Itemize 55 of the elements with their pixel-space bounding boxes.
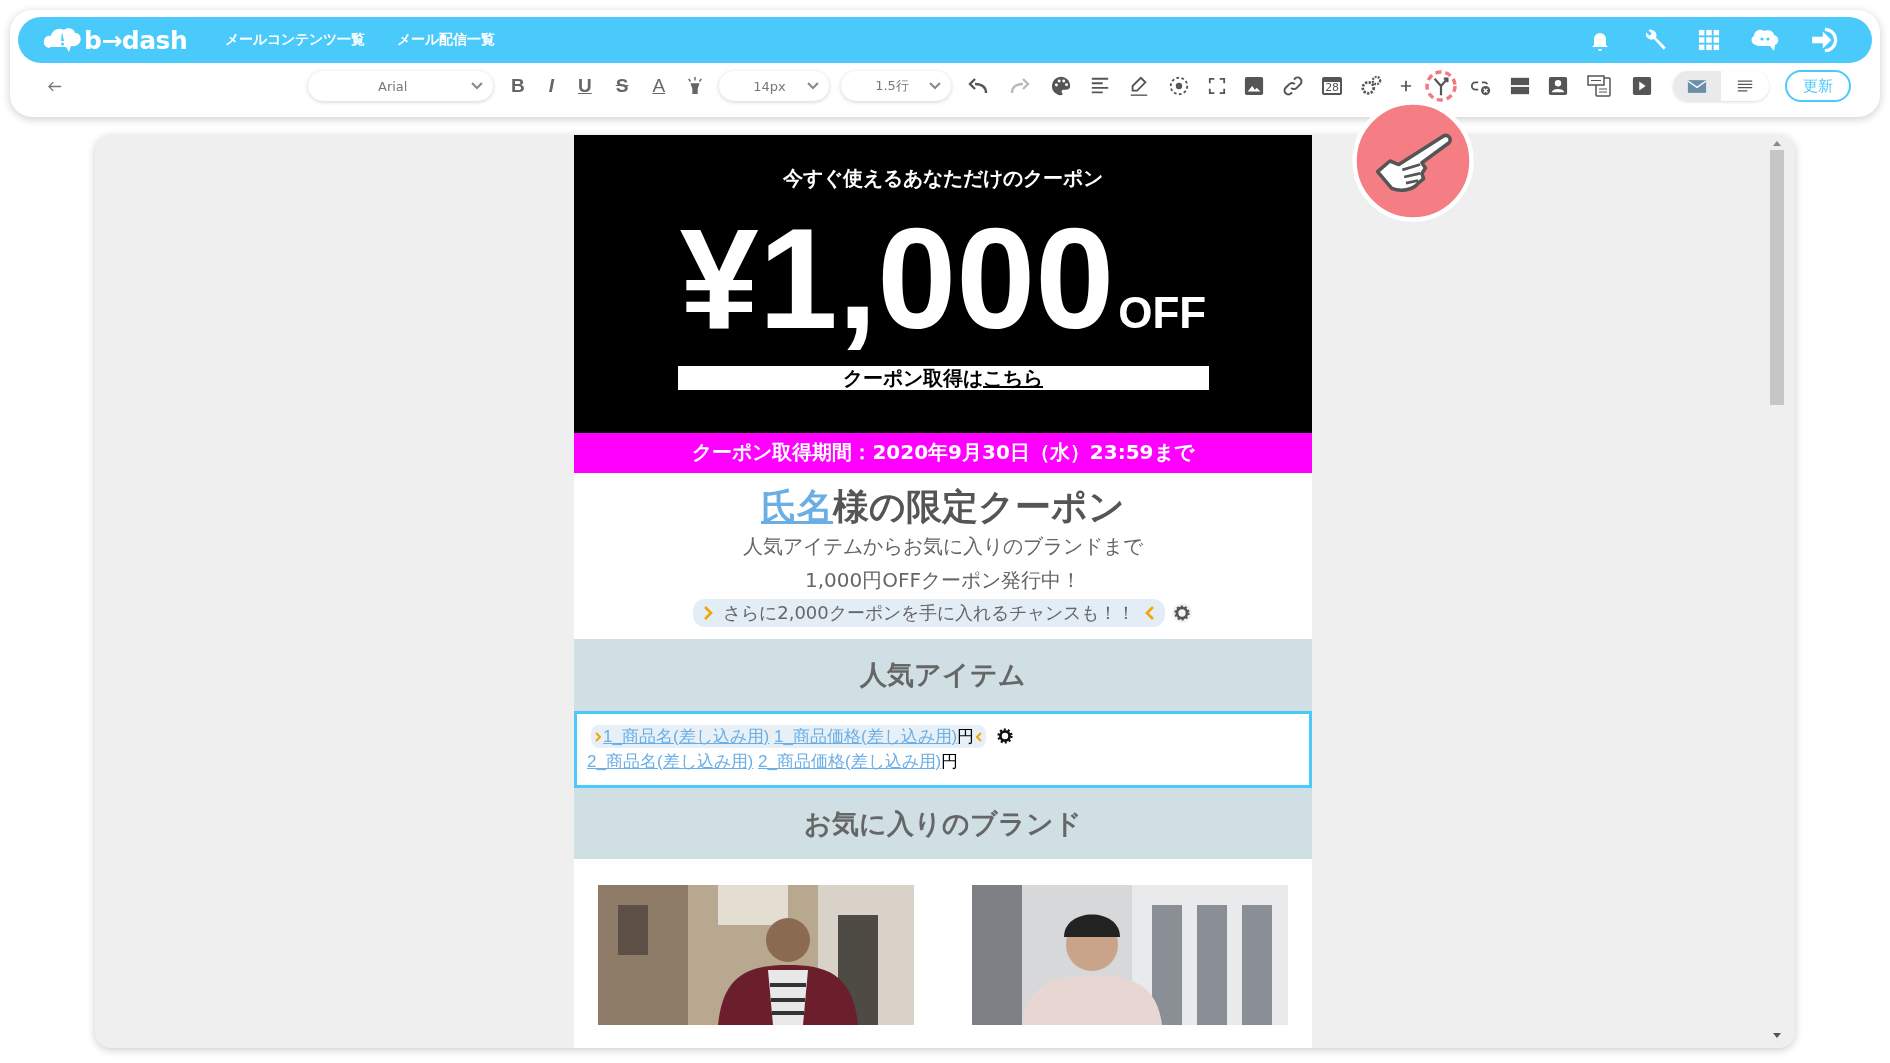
body-text: 1,000円OFFクーポン発行中！ [805, 566, 1081, 594]
chevron-right-icon [595, 731, 601, 742]
coupon-price: ¥1,000 [679, 204, 1115, 354]
chevron-down-icon [929, 82, 942, 90]
bold-button[interactable]: B [505, 75, 531, 97]
coupon-title: 今すぐ使えるあなただけのクーポン [783, 165, 1103, 192]
chevron-left-icon [976, 731, 983, 742]
font-dropdown[interactable]: Arial [308, 71, 493, 101]
off-label: OFF [1118, 288, 1207, 338]
dashed-circle-icon[interactable] [1168, 75, 1191, 97]
mail-icon [1687, 78, 1708, 94]
plus-icon[interactable] [1400, 80, 1413, 92]
product-price-tag[interactable]: 2_商品価格(差し込み用) [757, 752, 942, 772]
highlight-ring [1425, 70, 1458, 102]
chevron-down-icon [471, 82, 483, 90]
align-left-icon[interactable] [1090, 76, 1111, 96]
highlighter-icon[interactable] [686, 75, 705, 97]
line-height-dropdown[interactable]: 1.5行 [841, 71, 952, 101]
strikethrough-button[interactable]: S [609, 75, 635, 97]
section-title: お気に入りのブランド [804, 806, 1082, 841]
chance-text: さらに2,000クーポンを手に入れるチャンスも！！ [723, 600, 1135, 625]
mail-view-tab[interactable] [1673, 71, 1722, 101]
font-size-dropdown[interactable]: 14px [719, 71, 830, 101]
product-name-tag[interactable]: 2_商品名(差し込み用) [587, 752, 754, 772]
chevron-right-icon [703, 605, 714, 620]
text-color-button[interactable]: A [646, 75, 672, 97]
image-icon[interactable] [1244, 76, 1265, 96]
fullscreen-icon[interactable] [1208, 77, 1227, 95]
scroll-thumb[interactable] [1770, 150, 1784, 405]
chevron-down-icon [807, 82, 820, 90]
coupon-heading: 氏名様の限定クーポン [761, 484, 1125, 529]
italic-button[interactable]: I [542, 75, 560, 97]
chevron-left-icon [1144, 605, 1155, 620]
link-icon[interactable] [1282, 75, 1305, 97]
underline-button[interactable]: U [572, 75, 598, 97]
coupon-link-text: クーポン取得はこちら [843, 366, 1043, 390]
product-line: 1_商品名(差し込み用) 1_商品価格(差し込み用)円 [591, 724, 987, 748]
coupon-period-text: クーポン取得期間：2020年9月30日（水）23:59まで [692, 439, 1194, 467]
product-block[interactable]: 1_商品名(差し込み用) 1_商品価格(差し込み用)円 2_商品名(差し込み用) 2_商品価格(差し込み用)円 [574, 710, 1312, 788]
lines-icon [1737, 79, 1754, 93]
palette-icon[interactable] [1050, 75, 1073, 97]
product-line: 2_商品名(差し込み用) 2_商品価格(差し込み用)円 [586, 751, 960, 774]
section-title: 人気アイテム [860, 657, 1026, 692]
scroll-down-icon[interactable] [1773, 1033, 1781, 1038]
calendar-icon[interactable]: 28 [1322, 77, 1343, 95]
coupon-link[interactable]: こちら [983, 366, 1043, 390]
rows-icon[interactable] [1510, 76, 1531, 96]
settings-icon[interactable] [1170, 601, 1193, 624]
scroll-up-icon[interactable] [1773, 141, 1781, 146]
body-text: 人気アイテムからお気に入りのブランドまで [743, 532, 1143, 560]
back-arrow-icon[interactable] [48, 80, 62, 92]
person-card-icon[interactable] [1548, 76, 1569, 96]
name-merge-tag[interactable]: 氏名 [761, 485, 833, 527]
text-view-tab[interactable] [1721, 71, 1770, 101]
video-play-icon[interactable] [1632, 76, 1653, 96]
